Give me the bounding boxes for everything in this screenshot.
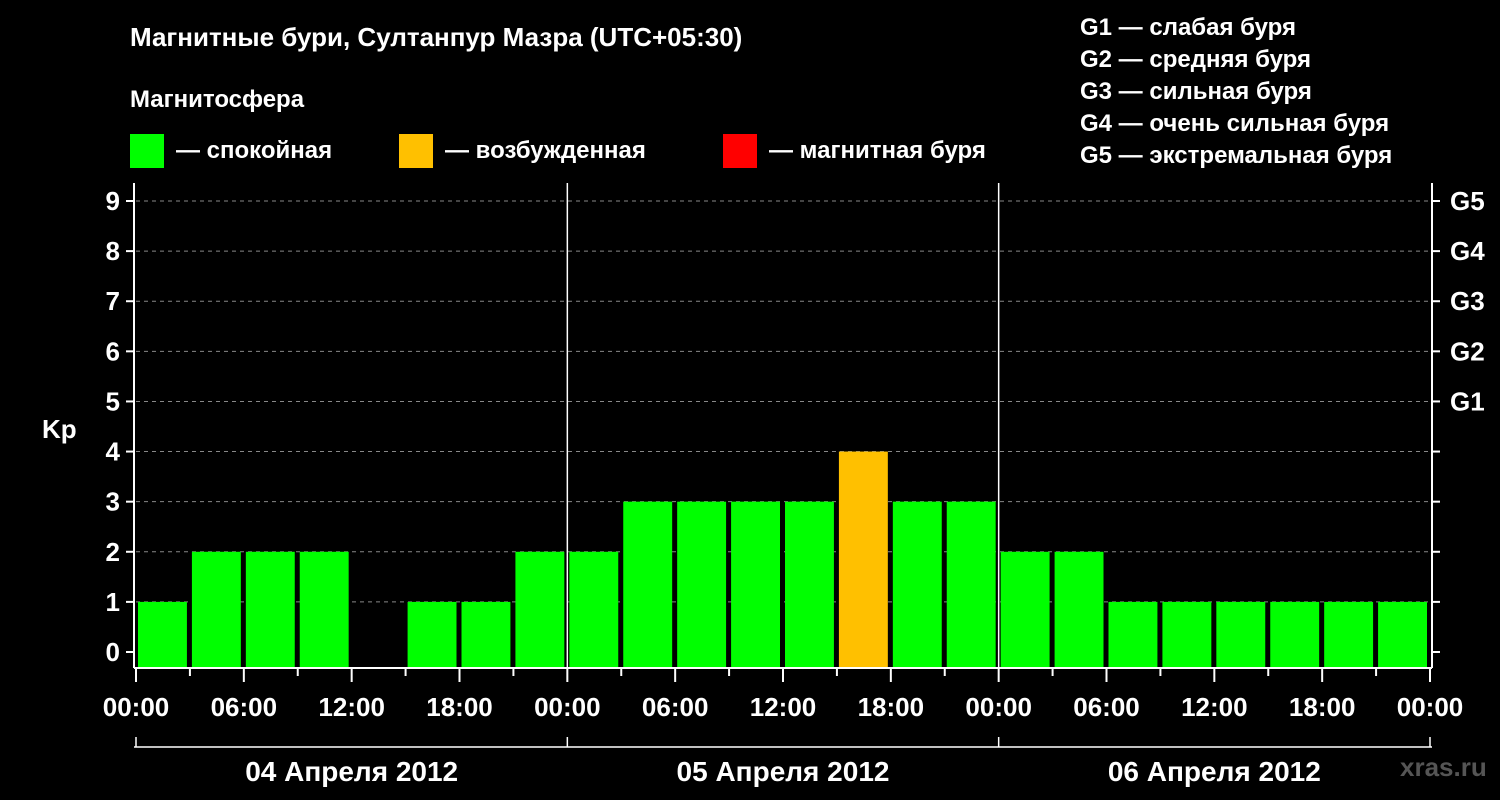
x-tick-label: 00:00 <box>965 692 1032 722</box>
y2-tick-label: G5 <box>1450 186 1485 216</box>
kp-bar <box>1108 601 1158 668</box>
x-tick-label: 00:00 <box>534 692 601 722</box>
y-tick-label: 5 <box>106 386 120 416</box>
kp-bar <box>838 451 888 668</box>
day-label: 04 Апреля 2012 <box>245 756 458 787</box>
y-tick-label: 3 <box>106 487 120 517</box>
kp-bar <box>623 501 673 668</box>
y-tick-label: 7 <box>106 286 120 316</box>
kp-bar <box>892 501 942 668</box>
x-tick-label: 06:00 <box>642 692 709 722</box>
kp-bar <box>191 551 241 668</box>
kp-chart: 0 1 2 3 4 5 6 7 8 9 G1 G2 G3 G4 G5 Kp 00:00 06:00 12:00 18:… <box>42 183 1485 787</box>
y-tick-label: 4 <box>106 437 121 467</box>
y2-tick-label: G4 <box>1450 236 1485 266</box>
kp-bar <box>569 551 619 668</box>
kp-bar <box>138 601 187 668</box>
kp-bar <box>1054 551 1104 668</box>
y-tick-label: 1 <box>106 587 120 617</box>
y-tick-label: 2 <box>106 537 120 567</box>
kp-bar <box>1162 601 1212 668</box>
day-label: 06 Апреля 2012 <box>1108 756 1321 787</box>
y2-tick-label: G3 <box>1450 286 1485 316</box>
x-tick-label: 18:00 <box>1289 692 1356 722</box>
y-tick-label: 0 <box>106 637 120 667</box>
kp-bar <box>1270 601 1320 668</box>
watermark: xras.ru <box>1400 752 1487 782</box>
kp-bar <box>461 601 511 668</box>
kp-bar <box>677 501 727 668</box>
x-tick-label: 00:00 <box>103 692 170 722</box>
x-tick-label: 18:00 <box>858 692 925 722</box>
y2-tick-label: G1 <box>1450 386 1485 416</box>
kp-bar <box>785 501 834 668</box>
kp-bar <box>1378 601 1427 668</box>
kp-bar <box>407 601 457 668</box>
kp-bar <box>1000 551 1050 668</box>
x-tick-label: 06:00 <box>1073 692 1140 722</box>
day-label: 05 Апреля 2012 <box>677 756 890 787</box>
x-tick-label: 00:00 <box>1397 692 1464 722</box>
x-tick-label: 12:00 <box>318 692 385 722</box>
kp-bar <box>299 551 349 668</box>
y-tick-label: 8 <box>106 236 120 266</box>
kp-bar <box>731 501 780 668</box>
x-tick-label: 06:00 <box>211 692 278 722</box>
kp-bar <box>515 551 565 668</box>
kp-bar <box>1324 601 1374 668</box>
y-axis-label: Kp <box>42 414 77 444</box>
y-tick-label: 9 <box>106 186 120 216</box>
x-tick-label: 12:00 <box>1181 692 1248 722</box>
kp-bar <box>245 551 295 668</box>
x-tick-label: 12:00 <box>750 692 817 722</box>
y-tick-label: 6 <box>106 336 120 366</box>
x-tick-label: 18:00 <box>426 692 493 722</box>
kp-bar <box>1216 601 1266 668</box>
y2-tick-label: G2 <box>1450 336 1485 366</box>
kp-bar <box>946 501 996 668</box>
